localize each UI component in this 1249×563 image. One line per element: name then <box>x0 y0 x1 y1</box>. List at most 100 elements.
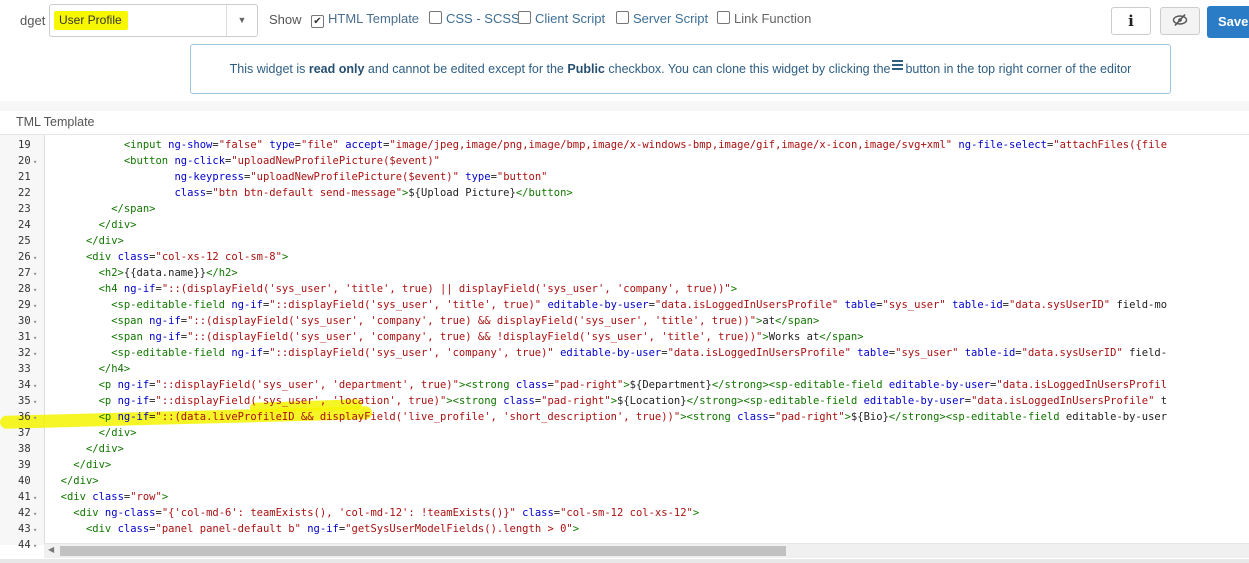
line-number: 33 <box>18 363 31 375</box>
fold-arrow-icon[interactable]: ▾ <box>33 314 37 330</box>
code-line[interactable]: 34 ▾ <p ng-if="::displayField('sys_user',… <box>0 377 1249 393</box>
widget-label: dget <box>20 13 46 28</box>
code-text: </div> <box>98 219 137 231</box>
code-line[interactable]: 24 </div> <box>0 217 1249 233</box>
checkbox-label: HTML Template <box>328 11 420 26</box>
code-line[interactable]: 27 ▾ <h2>{{data.name}}</h2> <box>0 265 1249 281</box>
code-line[interactable]: 30 ▾ <span ng-if="::(displayField('sys_us… <box>0 313 1249 329</box>
code-text: <input ng-show="false" type="file" accep… <box>123 139 1168 151</box>
code-text: <sp-editable-field ng-if="::displayField… <box>111 299 1168 311</box>
checkbox-client-script[interactable]: Client Script <box>518 11 605 26</box>
fold-arrow-icon[interactable]: ▾ <box>33 378 37 394</box>
banner-text: This widget is <box>229 62 309 76</box>
code-line[interactable]: 19 <input ng-show="false" type="file" ac… <box>0 137 1249 153</box>
line-number: 19 <box>18 139 31 151</box>
chevron-down-icon[interactable]: ▼ <box>226 5 257 36</box>
code-line[interactable]: 36 ▾ <p ng-if="::(data.liveProfileID && d… <box>0 409 1249 425</box>
widget-toolbar: dget User Profile ▼ Show ✔ HTML Template … <box>0 0 1249 42</box>
code-editor[interactable]: 19 <input ng-show="false" type="file" ac… <box>0 134 1249 559</box>
fold-arrow-icon[interactable]: ▾ <box>33 538 37 554</box>
widget-select[interactable]: User Profile ▼ <box>49 4 258 37</box>
code-line[interactable]: 38 </div> <box>0 441 1249 457</box>
checkbox-server-script[interactable]: Server Script <box>616 11 708 26</box>
code-text: <p ng-if="::(data.liveProfileID && displ… <box>98 411 1168 423</box>
fold-arrow-icon[interactable]: ▾ <box>33 330 37 346</box>
code-text: </div> <box>85 443 124 455</box>
code-line[interactable]: 32 ▾ <sp-editable-field ng-if="::displayF… <box>0 345 1249 361</box>
code-text: <h2>{{data.name}}</h2> <box>98 267 238 279</box>
editor-bottom-border <box>0 559 1249 563</box>
banner-bold-public: Public <box>567 62 605 76</box>
line-number: 22 <box>18 187 31 199</box>
code-line[interactable]: 25 </div> <box>0 233 1249 249</box>
code-line[interactable]: 43 ▾ <div class="panel panel-default b" n… <box>0 521 1249 537</box>
banner-text: button in the top right corner of the ed… <box>905 62 1132 76</box>
code-line[interactable]: 35 ▾ <p ng-if="::displayField('sys_user',… <box>0 393 1249 409</box>
checkbox-css-scss[interactable]: CSS - SCSS <box>429 11 520 26</box>
checkbox-icon[interactable] <box>616 11 629 24</box>
code-text: </div> <box>85 235 124 247</box>
code-line[interactable]: 39 </div> <box>0 457 1249 473</box>
code-text: </div> <box>98 427 137 439</box>
code-text: <div class="row"> <box>60 491 169 503</box>
checkbox-icon[interactable] <box>717 11 730 24</box>
code-line[interactable]: 28 ▾ <h4 ng-if="::(displayField('sys_user… <box>0 281 1249 297</box>
checkbox-link-function[interactable]: Link Function <box>717 11 811 26</box>
info-button[interactable]: i <box>1111 7 1151 35</box>
checkbox-icon[interactable] <box>429 11 442 24</box>
section-divider <box>0 101 1249 111</box>
code-line[interactable]: 21 ng-keypress="uploadNewProfilePicture(… <box>0 169 1249 185</box>
code-line[interactable]: 31 ▾ <span ng-if="::(displayField('sys_us… <box>0 329 1249 345</box>
checkbox-label: CSS - SCSS <box>446 11 520 26</box>
fold-arrow-icon[interactable]: ▾ <box>33 250 37 266</box>
preview-toggle-button[interactable] <box>1160 7 1200 35</box>
code-text: </span> <box>111 203 156 215</box>
section-title: TML Template <box>16 115 95 129</box>
checkbox-checked-icon[interactable]: ✔ <box>311 15 324 28</box>
code-text: <p ng-if="::displayField('sys_user', 'de… <box>98 379 1168 391</box>
fold-arrow-icon[interactable]: ▾ <box>33 266 37 282</box>
code-line[interactable]: 41 ▾ <div class="row"> <box>0 489 1249 505</box>
code-text: <div class="panel panel-default b" ng-if… <box>85 523 580 535</box>
fold-arrow-icon[interactable]: ▾ <box>33 410 37 426</box>
fold-arrow-icon[interactable]: ▾ <box>33 346 37 362</box>
checkbox-html-template[interactable]: ✔ HTML Template <box>311 11 419 28</box>
code-line[interactable]: 40 </div> <box>0 473 1249 489</box>
checkbox-label: Client Script <box>535 11 606 26</box>
code-line[interactable]: 29 ▾ <sp-editable-field ng-if="::displayF… <box>0 297 1249 313</box>
fold-arrow-icon[interactable]: ▾ <box>33 506 37 522</box>
fold-arrow-icon[interactable]: ▾ <box>33 490 37 506</box>
fold-arrow-icon[interactable]: ▾ <box>33 394 37 410</box>
code-line[interactable]: 37 </div> <box>0 425 1249 441</box>
code-text: <button ng-click="uploadNewProfilePictur… <box>123 155 440 167</box>
line-number: 39 <box>18 459 31 471</box>
hamburger-menu-icon <box>892 58 904 72</box>
banner-text: checkbox. You can clone this widget by c… <box>604 62 891 76</box>
code-text: <sp-editable-field ng-if="::displayField… <box>111 347 1168 359</box>
horizontal-scrollbar[interactable]: ◀ <box>44 543 1249 558</box>
code-text: </div> <box>73 459 112 471</box>
code-text: <span ng-if="::(displayField('sys_user',… <box>111 315 820 327</box>
scroll-left-icon[interactable]: ◀ <box>48 545 54 554</box>
fold-arrow-icon[interactable]: ▾ <box>33 154 37 170</box>
code-line[interactable]: 26 ▾ <div class="col-xs-12 col-sm-8"> <box>0 249 1249 265</box>
checkbox-label: Link Function <box>734 11 812 26</box>
code-line[interactable]: 22 class="btn btn-default send-message">… <box>0 185 1249 201</box>
scrollbar-thumb[interactable] <box>60 546 786 556</box>
code-line[interactable]: 33 </h4> <box>0 361 1249 377</box>
line-number: 38 <box>18 443 31 455</box>
banner-text: and cannot be edited except for the <box>364 62 568 76</box>
code-text: class="btn btn-default send-message">${U… <box>174 187 573 199</box>
fold-arrow-icon[interactable]: ▾ <box>33 522 37 538</box>
fold-arrow-icon[interactable]: ▾ <box>33 282 37 298</box>
line-number: 23 <box>18 203 31 215</box>
show-label: Show <box>269 12 302 27</box>
fold-arrow-icon[interactable]: ▾ <box>33 298 37 314</box>
code-line[interactable]: 20 ▾ <button ng-click="uploadNewProfilePi… <box>0 153 1249 169</box>
checkbox-icon[interactable] <box>518 11 531 24</box>
code-text: <div ng-class="{'col-md-6': teamExists()… <box>73 507 700 519</box>
code-text: <h4 ng-if="::(displayField('sys_user', '… <box>98 283 738 295</box>
code-line[interactable]: 42 ▾ <div ng-class="{'col-md-6': teamExis… <box>0 505 1249 521</box>
code-line[interactable]: 23 </span> <box>0 201 1249 217</box>
save-button[interactable]: Save <box>1207 6 1249 38</box>
